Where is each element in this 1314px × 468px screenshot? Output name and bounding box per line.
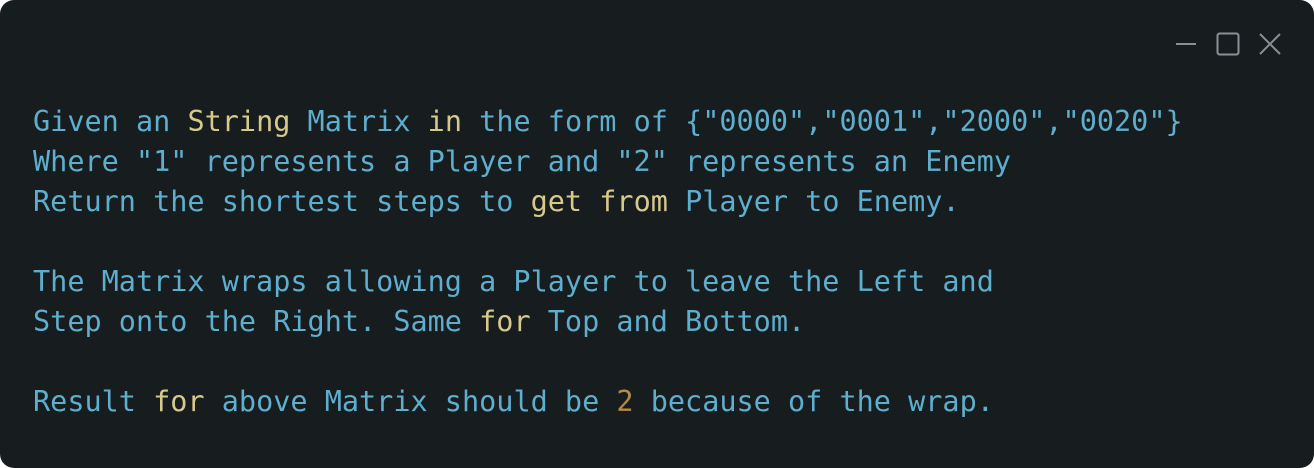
text-token: Player to Enemy. bbox=[667, 185, 960, 218]
maximize-icon[interactable] bbox=[1216, 32, 1240, 56]
text-line: The Matrix wraps allowing a Player to le… bbox=[33, 262, 1183, 302]
keyword-token: in bbox=[427, 105, 462, 138]
text-line: Step onto the Right. Same for Top and Bo… bbox=[33, 302, 1183, 342]
text-token: because of the wrap. bbox=[633, 385, 994, 418]
keyword-token: for bbox=[479, 305, 531, 338]
close-icon[interactable] bbox=[1258, 32, 1282, 56]
code-text: Given an String Matrix in the form of {"… bbox=[33, 102, 1183, 422]
code-window: Given an String Matrix in the form of {"… bbox=[0, 0, 1314, 468]
text-token: Given an bbox=[33, 105, 188, 138]
minimize-icon[interactable] bbox=[1174, 32, 1198, 56]
text-line: Where "1" represents a Player and "2" re… bbox=[33, 142, 1183, 182]
text-token: Top and Bottom. bbox=[530, 305, 806, 338]
text-line: Result for above Matrix should be 2 beca… bbox=[33, 382, 1183, 422]
text-token: Matrix bbox=[290, 105, 428, 138]
text-token: Step onto the Right. Same bbox=[33, 305, 480, 338]
text-token: above Matrix should be bbox=[204, 385, 617, 418]
number-token: 2 bbox=[616, 385, 634, 418]
keyword-token: String bbox=[187, 105, 291, 138]
keyword-token: from bbox=[599, 185, 668, 218]
text-token: Return the shortest steps to bbox=[33, 185, 531, 218]
text-token: the form of {"0000","0001","2000","0020"… bbox=[462, 105, 1183, 138]
text-line: Given an String Matrix in the form of {"… bbox=[33, 102, 1183, 142]
window-controls bbox=[1174, 32, 1282, 56]
text-line: Return the shortest steps to get from Pl… bbox=[33, 182, 1183, 222]
text-token: The Matrix wraps allowing a Player to le… bbox=[33, 265, 994, 298]
text-token: Result bbox=[33, 385, 154, 418]
keyword-token: get bbox=[530, 185, 583, 218]
text-token: Where "1" represents a Player and "2" re… bbox=[33, 145, 1012, 178]
keyword-token: for bbox=[153, 385, 205, 418]
